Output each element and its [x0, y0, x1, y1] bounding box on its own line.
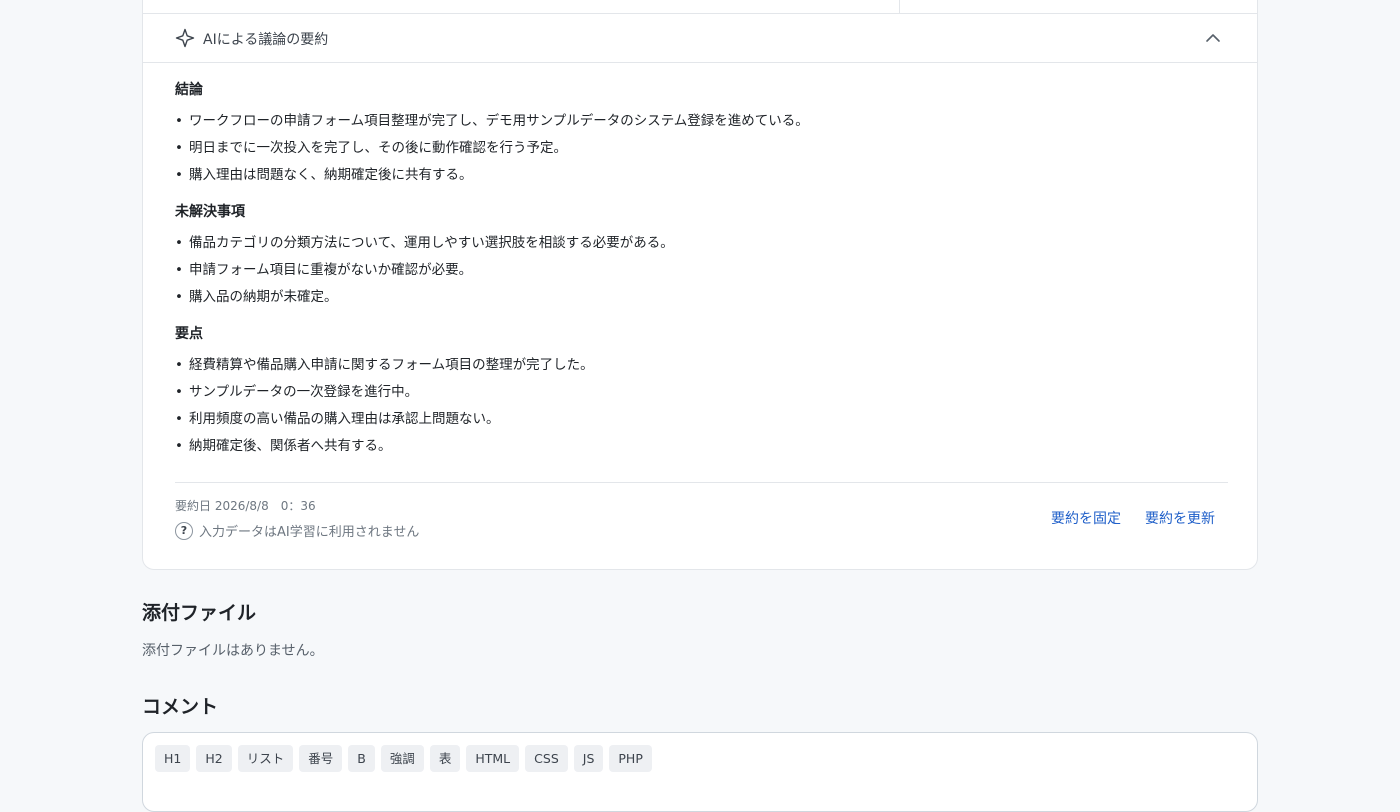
attachments-empty-text: 添付ファイルはありません。: [142, 643, 324, 659]
toolbar-h1-button[interactable]: H1: [155, 745, 191, 772]
summary-section-key-points: 要点 経費精算や備品購入申請に関するフォーム項目の整理が完了した。 サンプルデー…: [175, 324, 1228, 460]
toolbar-php-button[interactable]: PHP: [609, 745, 652, 772]
list-item: 利用頻度の高い備品の購入理由は承認上問題ない。: [175, 406, 1228, 433]
list-item: 経費精算や備品購入申請に関するフォーム項目の整理が完了した。: [175, 352, 1228, 379]
summary-section-unresolved: 未解決事項 備品カテゴリの分類方法について、運用しやすい選択肢を相談する必要があ…: [175, 202, 1228, 311]
question-circle-icon[interactable]: ?: [175, 521, 193, 540]
refresh-summary-button[interactable]: 要約を更新: [1145, 508, 1215, 528]
comment-editor[interactable]: H1 H2 リスト 番号 B 強調 表 HTML CSS JS PHP: [142, 732, 1258, 812]
toolbar-numbered-button[interactable]: 番号: [299, 745, 343, 772]
toolbar-js-button[interactable]: JS: [573, 745, 604, 772]
toolbar-html-button[interactable]: HTML: [466, 745, 520, 772]
comments-title: コメント: [142, 696, 219, 718]
section-list: ワークフローの申請フォーム項目整理が完了し、デモ用サンプルデータのシステム登録を…: [175, 108, 1228, 189]
attachments-title: 添付ファイル: [142, 602, 257, 624]
editor-toolbar: H1 H2 リスト 番号 B 強調 表 HTML CSS JS PHP: [155, 745, 652, 772]
summary-body: 結論 ワークフローの申請フォーム項目整理が完了し、デモ用サンプルデータのシステム…: [175, 80, 1228, 460]
list-item: ワークフローの申請フォーム項目整理が完了し、デモ用サンプルデータのシステム登録を…: [175, 108, 1228, 135]
list-item: 申請フォーム項目に重複がないか確認が必要。: [175, 257, 1228, 284]
section-title: 要点: [175, 326, 203, 342]
list-item: 明日までに一次投入を完了し、その後に動作確認を行う予定。: [175, 135, 1228, 162]
list-item: サンプルデータの一次登録を進行中。: [175, 379, 1228, 406]
toolbar-table-button[interactable]: 表: [429, 745, 461, 772]
summary-title: AIによる議論の要約: [203, 32, 329, 48]
pin-summary-button[interactable]: 要約を固定: [1051, 508, 1121, 528]
toolbar-h2-button[interactable]: H2: [196, 745, 232, 772]
list-item: 備品カテゴリの分類方法について、運用しやすい選択肢を相談する必要がある。: [175, 230, 1228, 257]
section-list: 経費精算や備品購入申請に関するフォーム項目の整理が完了した。 サンプルデータの一…: [175, 352, 1228, 460]
ai-notice: ? 入力データはAI学習に利用されません: [175, 521, 420, 540]
list-item: 納期確定後、関係者へ共有する。: [175, 433, 1228, 460]
chevron-up-icon[interactable]: [1205, 32, 1221, 44]
toolbar-css-button[interactable]: CSS: [525, 745, 568, 772]
ai-summary-card: AIによる議論の要約 結論 ワークフローの申請フォーム項目整理が完了し、デモ用サ…: [142, 0, 1258, 570]
section-title: 未解決事項: [175, 204, 245, 220]
list-item: 購入理由は問題なく、納期確定後に共有する。: [175, 162, 1228, 189]
previous-row-strip: [143, 0, 1257, 14]
section-list: 備品カテゴリの分類方法について、運用しやすい選択肢を相談する必要がある。 申請フ…: [175, 230, 1228, 311]
toolbar-emphasis-button[interactable]: 強調: [380, 745, 424, 772]
section-title: 結論: [175, 82, 203, 98]
column-divider: [899, 0, 900, 14]
ai-notice-text: 入力データはAI学習に利用されません: [199, 525, 420, 540]
toolbar-bold-button[interactable]: B: [348, 745, 375, 772]
list-item: 購入品の納期が未確定。: [175, 284, 1228, 311]
summary-footer: 要約日 2026/8/8 0：36 ? 入力データはAI学習に利用されません 要約…: [175, 482, 1228, 552]
sparkle-icon: [175, 28, 195, 48]
toolbar-list-button[interactable]: リスト: [237, 745, 294, 772]
summary-header-toggle[interactable]: AIによる議論の要約: [143, 14, 1257, 63]
summary-date: 要約日 2026/8/8 0：36: [175, 499, 316, 513]
summary-section-conclusion: 結論 ワークフローの申請フォーム項目整理が完了し、デモ用サンプルデータのシステム…: [175, 80, 1228, 189]
